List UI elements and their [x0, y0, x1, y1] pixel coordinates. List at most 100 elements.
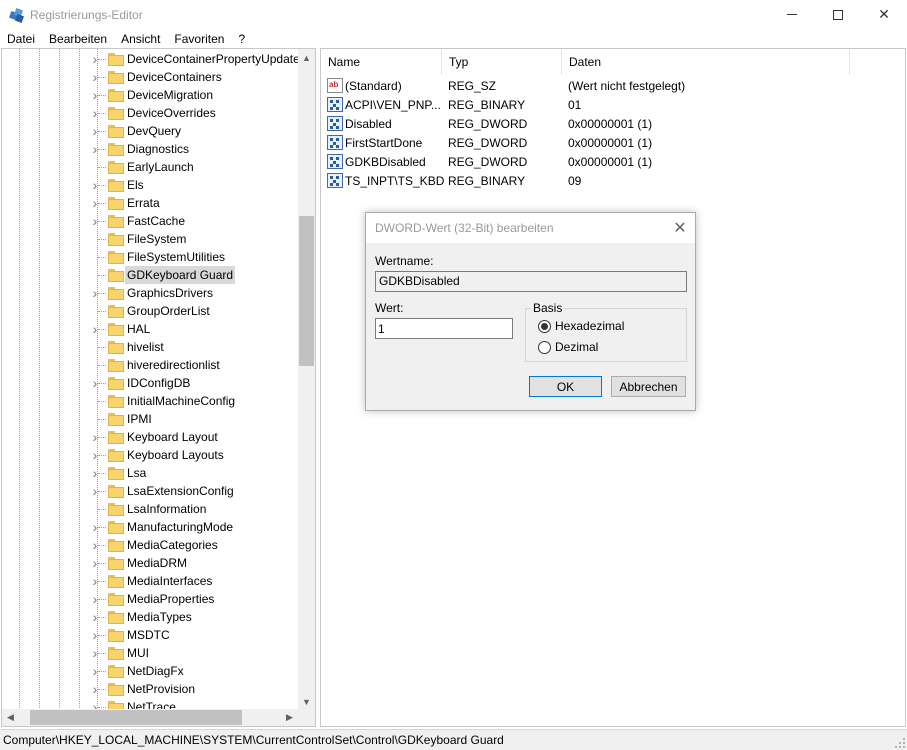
tree-item[interactable]: › Keyboard Layout [2, 428, 300, 446]
tree-item-label[interactable]: Diagnostics [125, 140, 191, 158]
tree-item-label[interactable]: IDConfigDB [125, 374, 192, 392]
scroll-right-icon[interactable]: ▶ [281, 709, 298, 726]
maximize-button[interactable] [815, 0, 861, 29]
tree-item[interactable]: › Els [2, 176, 300, 194]
tree-item[interactable]: IPMI [2, 410, 300, 428]
hexadecimal-radio[interactable] [538, 320, 551, 333]
tree-item-label[interactable]: MediaTypes [125, 608, 194, 626]
value-row[interactable]: GDKBDisabled REG_DWORD 0x00000001 (1) [321, 152, 881, 171]
tree-item-label[interactable]: ManufacturingMode [125, 518, 235, 536]
tree-item-label[interactable]: DeviceOverrides [125, 104, 218, 122]
tree-item-label[interactable]: FileSystem [125, 230, 188, 248]
tree-item-label[interactable]: Keyboard Layout [125, 428, 220, 446]
value-row[interactable]: Disabled REG_DWORD 0x00000001 (1) [321, 114, 881, 133]
tree-item[interactable]: › Keyboard Layouts [2, 446, 300, 464]
tree-item[interactable]: › LsaExtensionConfig [2, 482, 300, 500]
tree-item[interactable]: › IDConfigDB [2, 374, 300, 392]
tree-item[interactable]: › Lsa [2, 464, 300, 482]
value-row[interactable]: TS_INPT\TS_KBD REG_BINARY 09 [321, 171, 881, 190]
resize-grip-icon[interactable] [895, 738, 905, 748]
tree-item[interactable]: EarlyLaunch [2, 158, 300, 176]
tree-item[interactable]: › HAL [2, 320, 300, 338]
value-row[interactable]: FirstStartDone REG_DWORD 0x00000001 (1) [321, 133, 881, 152]
tree-item[interactable]: › Errata [2, 194, 300, 212]
tree-item-label[interactable]: FastCache [125, 212, 187, 230]
tree-item-label[interactable]: MediaProperties [125, 590, 216, 608]
tree-item-label[interactable]: FileSystemUtilities [125, 248, 227, 266]
tree-item-label[interactable]: Errata [125, 194, 162, 212]
tree-item[interactable]: FileSystemUtilities [2, 248, 300, 266]
scroll-up-icon[interactable]: ▲ [298, 49, 315, 66]
tree-item[interactable]: › ManufacturingMode [2, 518, 300, 536]
tree-item-label[interactable]: GroupOrderList [125, 302, 212, 320]
tree-item-label[interactable]: Lsa [125, 464, 148, 482]
decimal-radio[interactable] [538, 341, 551, 354]
tree-item[interactable]: › DeviceContainerPropertyUpdate [2, 50, 300, 68]
tree-item-label[interactable]: HAL [125, 320, 152, 338]
column-header-type[interactable]: Typ [442, 49, 562, 75]
tree-item[interactable]: › MediaInterfaces [2, 572, 300, 590]
tree-item[interactable]: › DeviceContainers [2, 68, 300, 86]
tree-vertical-scrollbar[interactable]: ▲ ▼ [298, 49, 315, 710]
tree-item-label[interactable]: LsaExtensionConfig [125, 482, 236, 500]
tree-item-label[interactable]: NetProvision [125, 680, 197, 698]
scroll-thumb[interactable] [299, 216, 314, 366]
tree-item[interactable]: › MediaDRM [2, 554, 300, 572]
tree-item[interactable]: › GraphicsDrivers [2, 284, 300, 302]
tree-item-label[interactable]: MediaDRM [125, 554, 189, 572]
value-row[interactable]: ACPI\VEN_PNP... REG_BINARY 01 [321, 95, 881, 114]
tree-item-label[interactable]: MSDTC [125, 626, 172, 644]
tree-item[interactable]: › Diagnostics [2, 140, 300, 158]
tree-item[interactable]: GDKeyboard Guard [2, 266, 300, 284]
close-button[interactable]: ✕ [861, 0, 907, 29]
tree-item-label[interactable]: hiveredirectionlist [125, 356, 222, 374]
scroll-thumb[interactable] [30, 710, 242, 725]
tree-item[interactable]: › MediaCategories [2, 536, 300, 554]
ok-button[interactable]: OK [529, 376, 602, 397]
column-header-name[interactable]: Name [321, 49, 442, 75]
tree-item-label[interactable]: MediaCategories [125, 536, 220, 554]
column-header-data[interactable]: Daten [562, 49, 850, 75]
tree-item-label[interactable]: EarlyLaunch [125, 158, 196, 176]
scroll-down-icon[interactable]: ▼ [298, 693, 315, 710]
key-tree[interactable]: › DeviceContainerPropertyUpdate › DeviceCon… [1, 48, 316, 727]
tree-item[interactable]: LsaInformation [2, 500, 300, 518]
menu-favoriten[interactable]: Favoriten [167, 32, 231, 46]
tree-item[interactable]: hivelist [2, 338, 300, 356]
tree-item[interactable]: › NetProvision [2, 680, 300, 698]
tree-item[interactable]: › MSDTC [2, 626, 300, 644]
tree-item-label[interactable]: GraphicsDrivers [125, 284, 215, 302]
tree-item[interactable]: InitialMachineConfig [2, 392, 300, 410]
dialog-close-button[interactable]: ✕ [665, 213, 695, 243]
tree-horizontal-scrollbar[interactable]: ◀ ▶ [2, 709, 298, 726]
tree-item-label[interactable]: LsaInformation [125, 500, 208, 518]
tree-item-label[interactable]: DeviceMigration [125, 86, 215, 104]
menu-help[interactable]: ? [231, 32, 252, 46]
tree-item-label[interactable]: DeviceContainers [125, 68, 224, 86]
tree-item-label[interactable]: DevQuery [125, 122, 183, 140]
decimal-label[interactable]: Dezimal [555, 340, 598, 354]
tree-item-label[interactable]: MUI [125, 644, 151, 662]
menu-datei[interactable]: Datei [0, 32, 42, 46]
tree-item-label[interactable]: IPMI [125, 410, 154, 428]
tree-item-label[interactable]: Keyboard Layouts [125, 446, 226, 464]
tree-item[interactable]: › MediaTypes [2, 608, 300, 626]
scroll-left-icon[interactable]: ◀ [2, 709, 19, 726]
tree-item[interactable]: › NetDiagFx [2, 662, 300, 680]
tree-item[interactable]: › DeviceMigration [2, 86, 300, 104]
menu-bearbeiten[interactable]: Bearbeiten [42, 32, 114, 46]
tree-item-label[interactable]: DeviceContainerPropertyUpdate [125, 50, 302, 68]
value-row[interactable]: ab (Standard) REG_SZ (Wert nicht festgelegt… [321, 76, 881, 95]
tree-item[interactable]: › MediaProperties [2, 590, 300, 608]
tree-item-label[interactable]: InitialMachineConfig [125, 392, 237, 410]
minimize-button[interactable] [769, 0, 815, 29]
cancel-button[interactable]: Abbrechen [611, 376, 686, 397]
value-data-input[interactable] [375, 318, 513, 339]
tree-item-label[interactable]: Els [125, 176, 146, 194]
tree-item-label[interactable]: NetDiagFx [125, 662, 186, 680]
tree-item[interactable]: hiveredirectionlist [2, 356, 300, 374]
tree-item[interactable]: › MUI [2, 644, 300, 662]
tree-item[interactable]: FileSystem [2, 230, 300, 248]
tree-item-label[interactable]: hivelist [125, 338, 166, 356]
tree-item[interactable]: › DeviceOverrides [2, 104, 300, 122]
